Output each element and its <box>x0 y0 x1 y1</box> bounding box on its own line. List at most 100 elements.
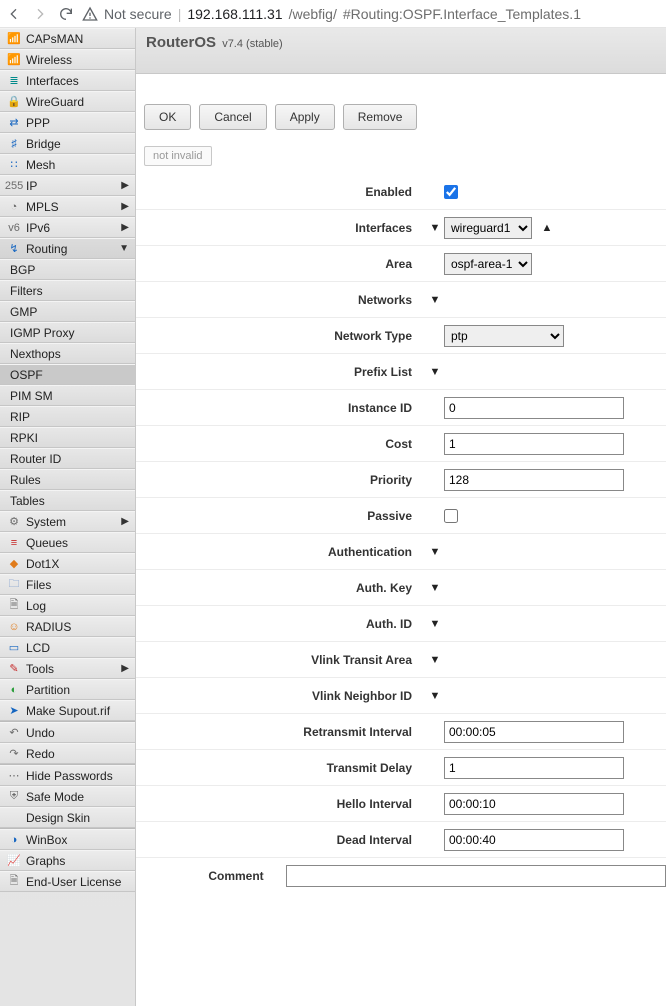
sidebar-item-graphs[interactable]: 📈Graphs <box>0 850 135 871</box>
instance-id-input[interactable] <box>444 397 624 419</box>
not-secure-icon[interactable] <box>82 6 98 22</box>
ok-button[interactable]: OK <box>144 104 191 130</box>
area-select[interactable]: ospf-area-1 <box>444 253 532 275</box>
sidebar-subitem-ospf[interactable]: OSPF <box>0 364 135 385</box>
sidebar-subitem-tables[interactable]: Tables <box>0 490 135 511</box>
sidebar-item-radius[interactable]: ☺ RADIUS <box>0 616 135 637</box>
sidebar-item-interfaces[interactable]: ≣Interfaces <box>0 70 135 91</box>
sidebar-item-ipv6[interactable]: v6IPv6▶ <box>0 217 135 238</box>
collapse-icon[interactable]: ▼ <box>426 546 444 558</box>
url-host[interactable]: 192.168.111.31 <box>187 6 282 22</box>
collapse-icon[interactable]: ▼ <box>426 222 444 234</box>
sidebar-item-redo[interactable]: ↷Redo <box>0 743 135 764</box>
sidebar-item-hide-passwords[interactable]: ⋯Hide Passwords <box>0 765 135 786</box>
enabled-checkbox[interactable] <box>444 185 458 199</box>
sidebar-item-label: MPLS <box>26 200 121 214</box>
sidebar-item-ip[interactable]: 255IP▶ <box>0 175 135 196</box>
remove-button[interactable]: Remove <box>343 104 418 130</box>
sidebar-item-undo[interactable]: ↶Undo <box>0 722 135 743</box>
sidebar-item-label: RADIUS <box>26 620 129 634</box>
priority-input[interactable] <box>444 469 624 491</box>
collapse-icon[interactable]: ▼ <box>426 654 444 666</box>
sidebar-item-end-user-license[interactable]: 🗎End-User License <box>0 871 135 892</box>
label-comment: Comment <box>136 869 278 883</box>
sidebar-subitem-rpki[interactable]: RPKI <box>0 427 135 448</box>
collapse-icon[interactable]: ▼ <box>426 366 444 378</box>
transmit-delay-input[interactable] <box>444 757 624 779</box>
sidebar-item-routing[interactable]: ↯Routing▼ <box>0 238 135 259</box>
sidebar-item-design-skin[interactable]: Design Skin <box>0 807 135 828</box>
retransmit-interval-input[interactable] <box>444 721 624 743</box>
dead-interval-input[interactable] <box>444 829 624 851</box>
sidebar-item-ppp[interactable]: ⇄PPP <box>0 112 135 133</box>
sidebar-subitem-pim-sm[interactable]: PIM SM <box>0 385 135 406</box>
sidebar-item-wireguard[interactable]: 🔒WireGuard <box>0 91 135 112</box>
files-icon: 🗀 <box>6 577 22 593</box>
sidebar-subitem-nexthops[interactable]: Nexthops <box>0 343 135 364</box>
label-area: Area <box>136 257 426 271</box>
passive-checkbox[interactable] <box>444 509 458 523</box>
interfaces-select[interactable]: wireguard1 <box>444 217 532 239</box>
toolbar: OK Cancel Apply Remove <box>136 74 666 140</box>
url-hash: #Routing:OSPF.Interface_Templates.1 <box>343 6 581 22</box>
sidebar-subitem-igmp-proxy[interactable]: IGMP Proxy <box>0 322 135 343</box>
sidebar-item-bridge[interactable]: ♯Bridge <box>0 133 135 154</box>
sidebar-item-label: Queues <box>26 536 129 550</box>
hello-interval-input[interactable] <box>444 793 624 815</box>
sidebar-subitem-rules[interactable]: Rules <box>0 469 135 490</box>
sidebar-item-label: IPv6 <box>26 221 121 235</box>
collapse-icon[interactable]: ▼ <box>426 618 444 630</box>
cost-input[interactable] <box>444 433 624 455</box>
sidebar-item-capsman[interactable]: 📶CAPsMAN <box>0 28 135 49</box>
network-type-select[interactable]: ptp <box>444 325 564 347</box>
sidebar-item-safe-mode[interactable]: ⛨Safe Mode <box>0 786 135 807</box>
sidebar-item-label: Hide Passwords <box>26 769 129 783</box>
wireless-icon: 📶 <box>6 52 22 68</box>
sidebar-item-queues[interactable]: ≡Queues <box>0 532 135 553</box>
sidebar-item-mesh[interactable]: ∷Mesh <box>0 154 135 175</box>
radius-icon: ☺ <box>6 619 22 635</box>
sidebar-item-partition[interactable]: ◐Partition <box>0 679 135 700</box>
system-icon: ⚙ <box>6 514 22 530</box>
collapse-icon[interactable]: ▼ <box>426 582 444 594</box>
sidebar-item-make-supout-rif[interactable]: ➤ Make Supout.rif <box>0 700 135 721</box>
make-supout-rif-icon: ➤ <box>6 703 22 719</box>
sidebar-subitem-filters[interactable]: Filters <box>0 280 135 301</box>
sidebar-item-label: WinBox <box>26 833 129 847</box>
sidebar-item-mpls[interactable]: ◔MPLS▶ <box>0 196 135 217</box>
sidebar-subitem-rip[interactable]: RIP <box>0 406 135 427</box>
label-dead-interval: Dead Interval <box>136 833 426 847</box>
sidebar-item-winbox[interactable]: ◑WinBox <box>0 829 135 850</box>
sidebar-item-label: IP <box>26 179 121 193</box>
sidebar-item-label: Routing <box>26 242 119 256</box>
sidebar-item-label: Bridge <box>26 137 129 151</box>
partition-icon: ◐ <box>6 682 22 698</box>
end-user-license-icon: 🗎 <box>6 874 22 890</box>
sidebar-item-label: Safe Mode <box>26 790 129 804</box>
sidebar-item-label: Make Supout.rif <box>26 704 129 718</box>
sidebar-subitem-gmp[interactable]: GMP <box>0 301 135 322</box>
forward-icon[interactable] <box>32 6 48 22</box>
sidebar-item-lcd[interactable]: ▭LCD <box>0 637 135 658</box>
back-icon[interactable] <box>6 6 22 22</box>
label-interfaces: Interfaces <box>136 221 426 235</box>
label-priority: Priority <box>136 473 426 487</box>
label-instance-id: Instance ID <box>136 401 426 415</box>
sidebar-item-system[interactable]: ⚙System▶ <box>0 511 135 532</box>
sidebar-subitem-router-id[interactable]: Router ID <box>0 448 135 469</box>
refresh-icon[interactable] <box>58 6 74 22</box>
sidebar-item-wireless[interactable]: 📶Wireless <box>0 49 135 70</box>
comment-input[interactable] <box>286 865 666 887</box>
sidebar-item-files[interactable]: 🗀Files <box>0 574 135 595</box>
expand-up-icon[interactable]: ▲ <box>538 222 556 234</box>
sidebar-item-dot1x[interactable]: ◆Dot1X <box>0 553 135 574</box>
cancel-button[interactable]: Cancel <box>199 104 266 130</box>
sidebar-item-log[interactable]: 🗎Log <box>0 595 135 616</box>
routing-icon: ↯ <box>6 241 22 257</box>
sidebar-item-tools[interactable]: ✎Tools▶ <box>0 658 135 679</box>
sidebar-subitem-bgp[interactable]: BGP <box>0 259 135 280</box>
apply-button[interactable]: Apply <box>275 104 335 130</box>
collapse-icon[interactable]: ▼ <box>426 690 444 702</box>
label-cost: Cost <box>136 437 426 451</box>
collapse-icon[interactable]: ▼ <box>426 294 444 306</box>
